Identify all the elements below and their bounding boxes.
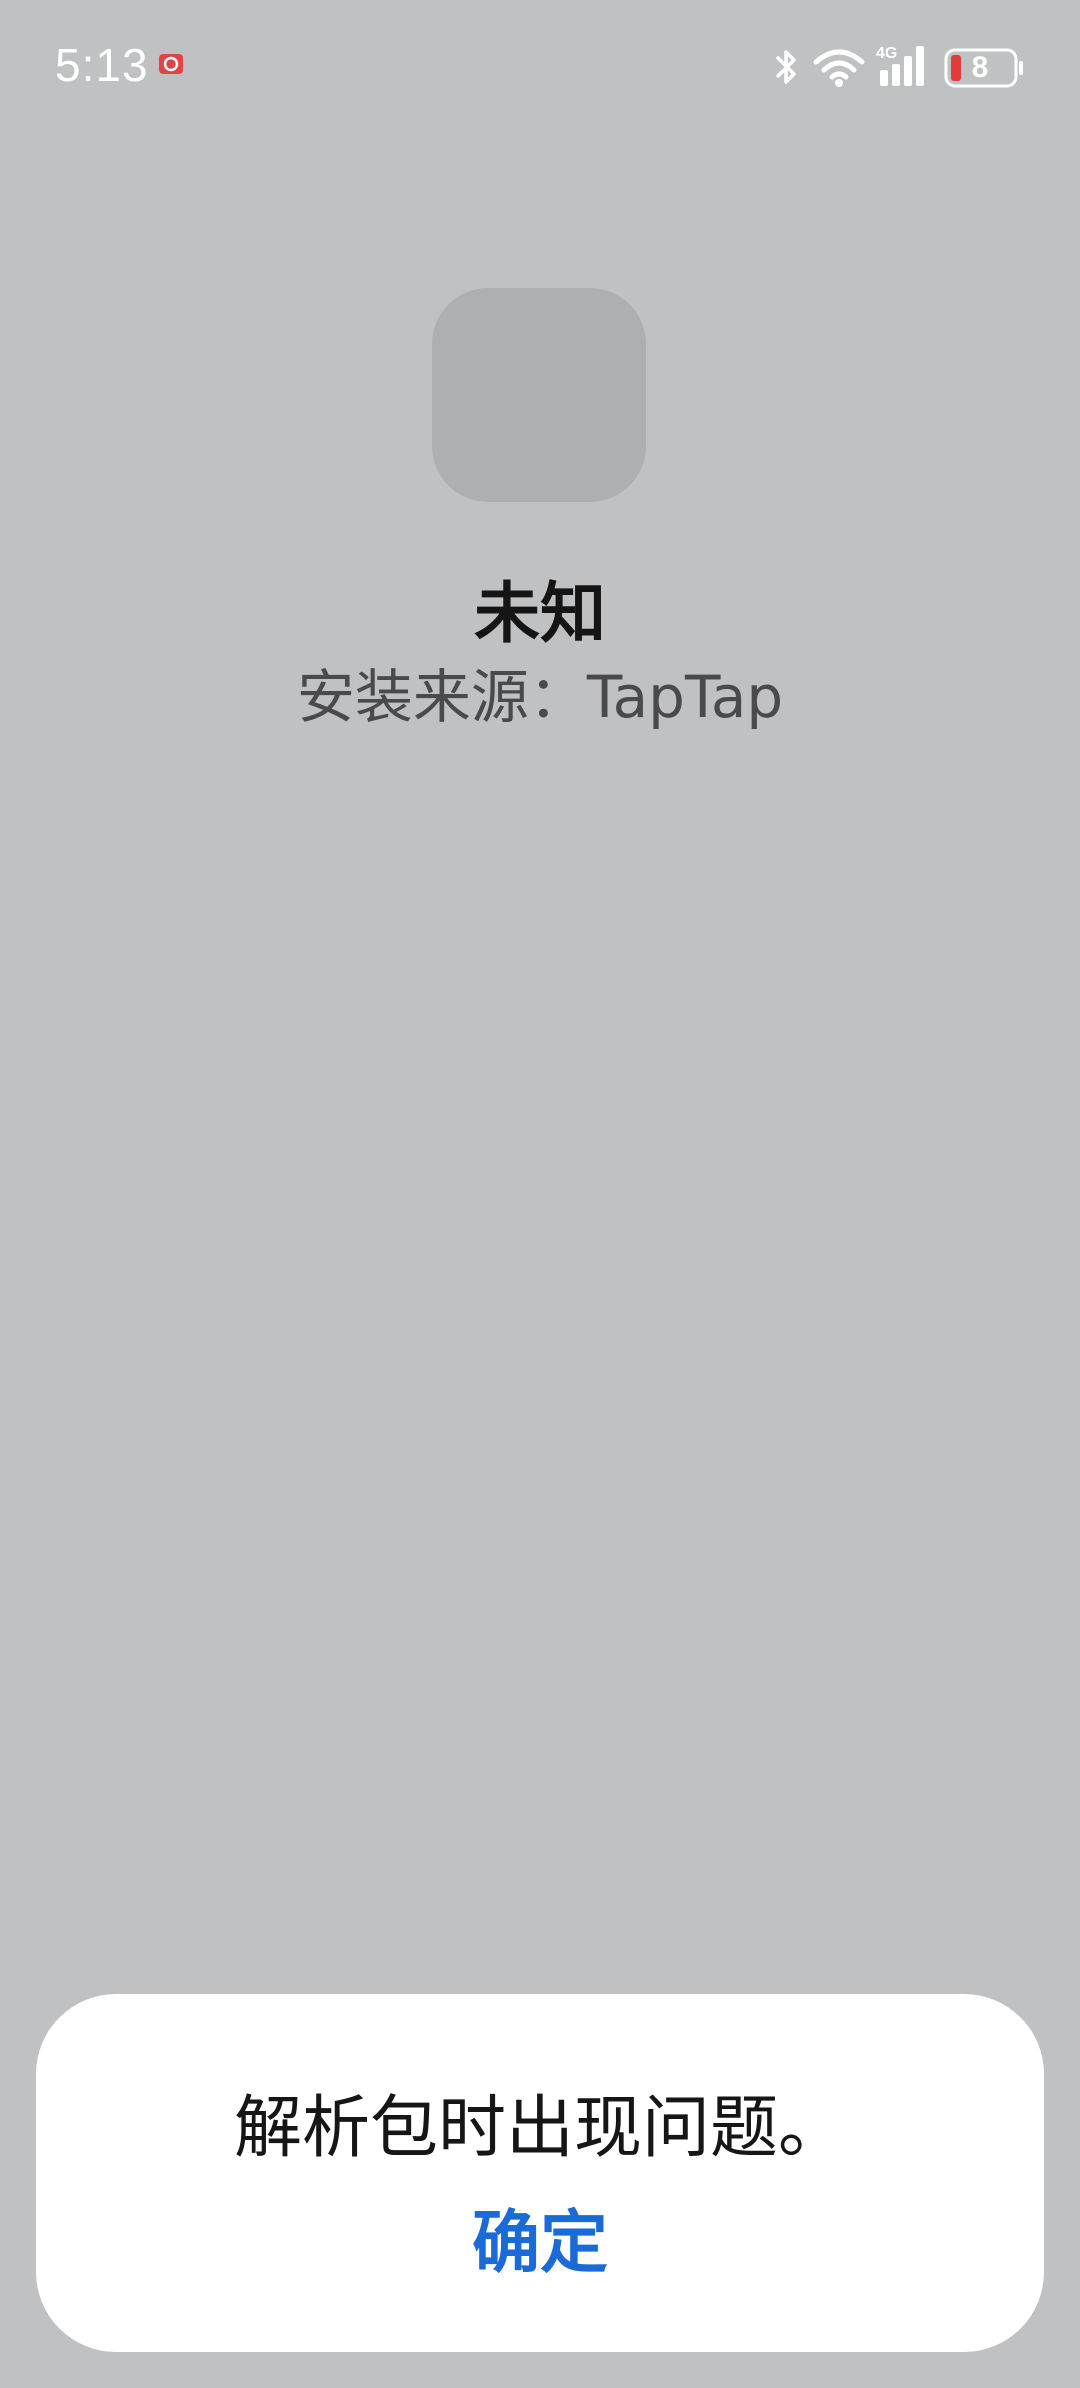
error-dialog: 解析包时出现问题。 确定 <box>36 1994 1044 2352</box>
status-time: 5:13 <box>55 39 149 91</box>
alarm-icon <box>159 54 183 74</box>
status-bar: 5:13 4G 8 <box>0 0 1080 130</box>
app-icon-placeholder <box>432 288 646 502</box>
signal-4g-icon: 4G <box>876 45 924 86</box>
install-source: 安装来源：TapTap <box>296 663 784 731</box>
app-name: 未知 <box>474 575 606 652</box>
network-type-label: 4G <box>876 45 897 62</box>
dialog-message: 解析包时出现问题。 <box>233 2089 846 2168</box>
bluetooth-icon <box>776 50 796 84</box>
wifi-icon <box>813 49 865 87</box>
confirm-button[interactable]: 确定 <box>440 2196 640 2292</box>
battery-level: 8 <box>971 51 989 84</box>
